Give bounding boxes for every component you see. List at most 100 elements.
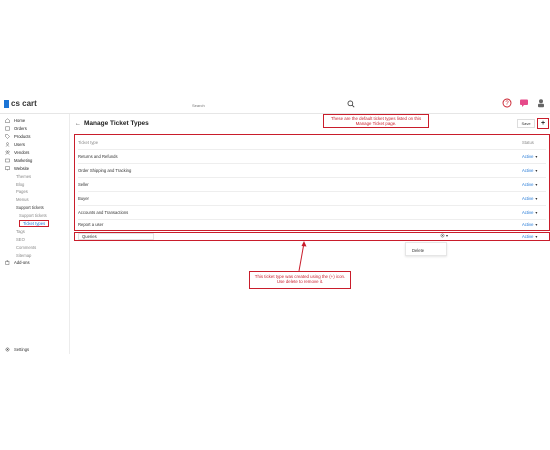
- save-button[interactable]: Save: [517, 119, 535, 128]
- sidebar-item-support-tickets-list[interactable]: Support tickets: [0, 212, 69, 220]
- search-bar: [192, 100, 356, 110]
- status-label: Active: [522, 182, 534, 187]
- sidebar-item-label: Website: [14, 165, 30, 171]
- sidebar-item-products[interactable]: Products: [0, 133, 69, 141]
- ticket-type-name[interactable]: Report a user: [78, 222, 522, 227]
- new-ticket-type-input[interactable]: [78, 233, 154, 240]
- column-header-status: Status: [522, 140, 534, 145]
- vendors-icon: [5, 150, 10, 155]
- help-icon[interactable]: ?: [502, 98, 512, 108]
- sidebar: Home Orders Products Users Vendors Marke…: [0, 114, 70, 354]
- status-label: Active: [522, 154, 534, 159]
- status-dropdown[interactable]: Active ▾: [522, 168, 546, 173]
- status-label: Active: [522, 221, 534, 227]
- ticket-type-name[interactable]: Accounts and Transactions: [78, 210, 522, 215]
- status-dropdown[interactable]: Active ▾: [522, 222, 546, 227]
- sidebar-item-label: Comments: [16, 244, 37, 250]
- status-dropdown[interactable]: Active ▾: [522, 182, 546, 187]
- sidebar-item-vendors[interactable]: Vendors: [0, 149, 69, 157]
- search-icon[interactable]: [347, 100, 355, 108]
- marketing-icon: [5, 158, 10, 163]
- back-arrow-icon[interactable]: ←: [75, 121, 81, 127]
- sidebar-item-menus[interactable]: Menus: [0, 196, 69, 204]
- svg-text:?: ?: [505, 101, 509, 107]
- caret-down-icon: ▾: [535, 154, 538, 159]
- caret-down-icon: ▾: [535, 234, 538, 239]
- ticket-type-name[interactable]: Seller: [78, 182, 522, 187]
- sidebar-item-label: Pages: [16, 189, 28, 195]
- status-dropdown[interactable]: Active ▾: [522, 196, 546, 201]
- sidebar-item-label: Menus: [16, 197, 29, 203]
- sidebar-item-label: Add-ons: [14, 260, 30, 266]
- table-header: Ticket type Status: [78, 136, 546, 150]
- logo-text: cs cart: [11, 99, 37, 108]
- status-dropdown[interactable]: Active ▾: [522, 234, 537, 239]
- home-icon: [5, 118, 10, 124]
- caret-down-icon: ▾: [535, 182, 538, 187]
- caret-down-icon: ▾: [535, 196, 538, 201]
- sidebar-item-label: Support tickets: [19, 213, 47, 219]
- top-bar: cs cart ?: [0, 96, 550, 114]
- sidebar-item-label: Support tickets: [16, 205, 44, 211]
- caret-down-icon: ▾: [535, 210, 538, 215]
- sidebar-item-themes[interactable]: Themes: [0, 172, 69, 180]
- sidebar-item-label: Users: [14, 142, 25, 148]
- sidebar-item-label: Products: [14, 134, 31, 140]
- sidebar-item-label: SEO: [16, 236, 25, 242]
- top-icons: ?: [502, 98, 546, 108]
- sidebar-item-blog[interactable]: Blog: [0, 180, 69, 188]
- sidebar-item-label: Marketing: [14, 157, 33, 163]
- chat-icon[interactable]: [519, 98, 529, 108]
- user-icon: [5, 142, 10, 147]
- settings-label: Settings: [14, 347, 30, 352]
- table-row[interactable]: Seller Active ▾: [78, 178, 546, 192]
- sidebar-item-label: Themes: [16, 173, 32, 179]
- monitor-icon: [5, 166, 10, 171]
- caret-down-icon: ▾: [535, 221, 538, 227]
- logo[interactable]: cs cart: [4, 99, 37, 108]
- ticket-type-name[interactable]: Buyer: [78, 196, 522, 201]
- sidebar-item-tags[interactable]: Tags: [0, 227, 69, 235]
- sidebar-item-marketing[interactable]: Marketing: [0, 156, 69, 164]
- sidebar-item-label: Vendors: [14, 150, 30, 155]
- user-menu-icon[interactable]: [536, 98, 546, 108]
- annotation-default-types: These are the default ticket types liste…: [323, 114, 429, 128]
- sidebar-item-sitemap[interactable]: Sitemap: [0, 251, 69, 259]
- sidebar-item-label: Sitemap: [16, 252, 32, 258]
- app-window: cs cart ?: [0, 96, 550, 354]
- sidebar-item-users[interactable]: Users: [0, 141, 69, 149]
- ticket-type-name[interactable]: Returns and Refunds: [78, 154, 522, 159]
- sidebar-item-addons[interactable]: Add-ons: [0, 259, 69, 267]
- status-dropdown[interactable]: Active ▾: [522, 210, 546, 215]
- logo-mark-icon: [4, 99, 9, 108]
- gear-icon: [440, 233, 445, 238]
- table-row[interactable]: Report a user Active ▾: [78, 218, 546, 230]
- status-label: Active: [522, 210, 534, 215]
- status-dropdown[interactable]: Active ▾: [522, 154, 546, 159]
- add-ticket-type-button[interactable]: +: [537, 118, 549, 129]
- caret-down-icon: ▾: [535, 168, 538, 173]
- sidebar-item-ticket-types[interactable]: Ticket types: [0, 220, 69, 228]
- sidebar-item-home[interactable]: Home: [0, 117, 69, 125]
- table-row[interactable]: Buyer Active ▾: [78, 192, 546, 206]
- sidebar-item-pages[interactable]: Pages: [0, 188, 69, 196]
- sidebar-item-label: Blog: [16, 181, 25, 187]
- sidebar-item-support-tickets[interactable]: Support tickets: [0, 204, 69, 212]
- ticket-type-name[interactable]: Order Shipping and Tracking: [78, 168, 522, 173]
- table-row[interactable]: Returns and Refunds Active ▾: [78, 150, 546, 164]
- search-input[interactable]: [192, 100, 342, 110]
- sidebar-item-seo[interactable]: SEO: [0, 235, 69, 243]
- table-row[interactable]: Order Shipping and Tracking Active ▾: [78, 164, 546, 178]
- sidebar-item-label: Tags: [16, 228, 25, 234]
- sidebar-item-settings[interactable]: Settings: [5, 347, 29, 352]
- sidebar-item-orders[interactable]: Orders: [0, 125, 69, 133]
- row-actions-dropdown[interactable]: ▾: [440, 233, 448, 238]
- status-label: Active: [522, 234, 534, 239]
- sidebar-item-website[interactable]: Website: [0, 164, 69, 172]
- sidebar-item-label: Orders: [14, 126, 27, 132]
- delete-menu-item[interactable]: Delete: [412, 248, 424, 253]
- new-ticket-type-row: ▾ Active▾: [78, 233, 546, 240]
- tag-icon: [5, 134, 10, 140]
- status-label: Active: [522, 196, 534, 201]
- sidebar-item-comments[interactable]: Comments: [0, 243, 69, 251]
